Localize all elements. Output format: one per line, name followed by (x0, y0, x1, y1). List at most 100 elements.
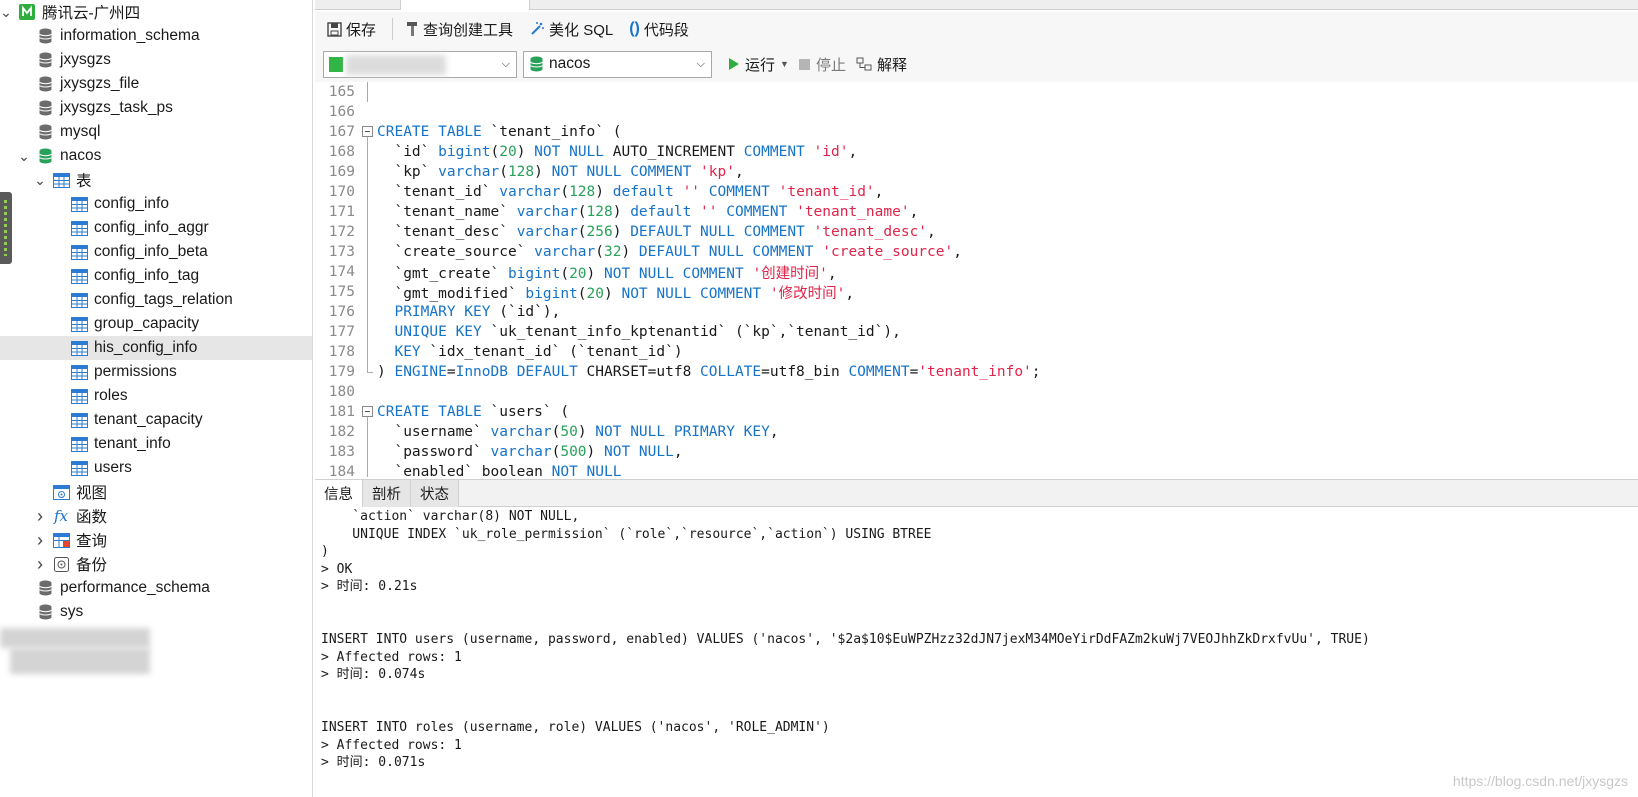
tree-database[interactable]: jxysgzs (0, 48, 312, 72)
tree-database[interactable]: jxysgzs_file (0, 72, 312, 96)
tree-database[interactable]: sys (0, 600, 312, 624)
result-message-output[interactable]: https://blog.csdn.net/jxysgzs `action` v… (315, 507, 1638, 797)
code-token: , (874, 184, 884, 200)
code-line[interactable]: 174 `gmt_create` bigint(20) NOT NULL COM… (315, 262, 1638, 282)
chevron-right-icon[interactable]: › (34, 528, 46, 552)
tree-database[interactable]: mysql (0, 120, 312, 144)
tree-group[interactable]: › 备份 (0, 552, 312, 576)
code-line[interactable]: 168 `id` bigint(20) NOT NULL AUTO_INCREM… (315, 142, 1638, 162)
code-token: CREATE TABLE (377, 124, 482, 140)
code-line[interactable]: 172 `tenant_desc` varchar(256) DEFAULT N… (315, 222, 1638, 242)
code-line[interactable]: 178 KEY `idx_tenant_id` (`tenant_id`) (315, 342, 1638, 362)
code-token: COLLATE (700, 364, 762, 380)
save-button[interactable]: 保存 (321, 16, 382, 42)
tree-item-label: performance_schema (60, 579, 210, 596)
line-number: 173 (328, 244, 355, 260)
database-icon (36, 579, 54, 597)
collapse-icon[interactable] (362, 406, 373, 417)
explain-button[interactable]: 解释 (856, 54, 907, 75)
tree-database[interactable]: information_schema (0, 24, 312, 48)
code-line[interactable]: 176 PRIMARY KEY (`id`), (315, 302, 1638, 322)
code-token: 'id' (813, 144, 849, 160)
query-builder-button[interactable]: 查询创建工具 (399, 16, 519, 42)
tree-table[interactable]: users (0, 456, 312, 480)
fold-gutter (361, 422, 375, 442)
code-line[interactable]: 183 `password` varchar(500) NOT NULL, (315, 442, 1638, 462)
chevron-down-icon[interactable]: ⌄ (18, 144, 30, 168)
code-line[interactable]: 181 CREATE TABLE `users` ( (315, 402, 1638, 422)
result-tab[interactable]: 剖析 (363, 480, 411, 507)
tree-database[interactable]: performance_schema (0, 576, 312, 600)
tree-group[interactable]: › fx 函数 (0, 504, 312, 528)
database-select[interactable]: nacos ⌵ (523, 50, 712, 78)
code-line[interactable]: 167 CREATE TABLE `tenant_info` ( (315, 122, 1638, 142)
code-line[interactable]: 177 UNIQUE KEY `uk_tenant_info_kptenanti… (315, 322, 1638, 342)
code-line[interactable]: 184 `enabled` boolean NOT NULL (315, 462, 1638, 477)
run-dropdown-icon[interactable]: ▼ (780, 59, 789, 69)
code-line[interactable]: 169 `kp` varchar(128) NOT NULL COMMENT '… (315, 162, 1638, 182)
tree-table[interactable]: group_capacity (0, 312, 312, 336)
object-tree-sidebar[interactable]: ⌄ 腾讯云-广州四 information_schema jxysgzs jxysgzs… (0, 0, 313, 797)
code-line[interactable]: 170 `tenant_id` varchar(128) default '' … (315, 182, 1638, 202)
tree-table[interactable]: permissions (0, 360, 312, 384)
tree-group[interactable]: 视图 (0, 480, 312, 504)
code-token: , (927, 224, 936, 240)
table-icon (70, 315, 88, 333)
fold-gutter[interactable] (361, 122, 375, 142)
fold-gutter[interactable] (361, 402, 375, 422)
beautify-sql-button[interactable]: 美化 SQL (523, 16, 619, 42)
tree-group[interactable]: › 查询 (0, 528, 312, 552)
collapse-icon[interactable] (362, 126, 373, 137)
code-snippet-button[interactable]: () 代码段 (623, 16, 695, 42)
tree-database[interactable]: jxysgzs_task_ps (0, 96, 312, 120)
code-line[interactable]: 173 `create_source` varchar(32) DEFAULT … (315, 242, 1638, 262)
side-panel-handle[interactable] (0, 192, 12, 264)
code-token: NOT NULL COMMENT (551, 164, 692, 180)
code-token: `tenant_info` ( (481, 124, 622, 140)
connection-selector-bar: ⌵ nacos ⌵ 运行 ▼ 停止 解释 (315, 46, 1638, 82)
code-token: '' (700, 204, 718, 220)
tree-table[interactable]: config_tags_relation (0, 288, 312, 312)
tree-table[interactable]: tenant_info (0, 432, 312, 456)
code-line[interactable]: 182 `username` varchar(50) NOT NULL PRIM… (315, 422, 1638, 442)
line-number: 176 (328, 304, 355, 320)
tree-connection[interactable]: ⌄ 腾讯云-广州四 (0, 0, 312, 24)
tree-tables-group[interactable]: ⌄ 表 (0, 168, 312, 192)
tree-table[interactable]: roles (0, 384, 312, 408)
tree-table[interactable]: config_info_aggr (0, 216, 312, 240)
result-tab[interactable]: 状态 (411, 480, 459, 507)
line-number: 178 (328, 344, 355, 360)
code-line[interactable]: 180 (315, 382, 1638, 402)
explain-label: 解释 (876, 56, 907, 74)
chevron-right-icon[interactable]: › (34, 552, 46, 576)
line-number: 184 (328, 464, 355, 477)
code-line[interactable]: 175 `gmt_modified` bigint(20) NOT NULL C… (315, 282, 1638, 302)
active-document-tab[interactable] (400, 0, 530, 10)
run-button[interactable]: 运行 ▼ (728, 54, 789, 75)
chevron-down-icon[interactable]: ⌄ (0, 0, 12, 24)
code-line[interactable]: 166 (315, 102, 1638, 122)
tree-table[interactable]: tenant_capacity (0, 408, 312, 432)
code-token: `enabled` boolean (377, 464, 552, 477)
chevron-right-icon[interactable]: › (34, 504, 46, 528)
tree-table[interactable]: his_config_info (0, 336, 312, 360)
code-line[interactable]: 165 (315, 82, 1638, 102)
tree-table[interactable]: config_info_tag (0, 264, 312, 288)
result-tab[interactable]: 信息 (315, 480, 363, 507)
stop-button[interactable]: 停止 (798, 54, 846, 75)
code-line[interactable]: 171 `tenant_name` varchar(128) default '… (315, 202, 1638, 222)
code-text: `tenant_desc` varchar(256) DEFAULT NULL … (377, 224, 936, 240)
tree-table[interactable]: config_info (0, 192, 312, 216)
tree-table[interactable]: config_info_beta (0, 240, 312, 264)
parentheses-icon: () (629, 20, 640, 37)
tree-database-nacos[interactable]: ⌄ nacos (0, 144, 312, 168)
code-token: 'kp' (700, 164, 735, 180)
sql-code-editor[interactable]: 165 166 167 CREATE TABLE `tenant_info` (168… (315, 82, 1638, 477)
connection-select[interactable]: ⌵ (323, 50, 517, 78)
code-token: ( (577, 204, 587, 220)
chevron-down-icon[interactable]: ⌄ (34, 168, 46, 192)
beautify-sql-label: 美化 SQL (549, 21, 614, 39)
code-line[interactable]: 179) ENGINE=InnoDB DEFAULT CHARSET=utf8 … (315, 362, 1638, 382)
